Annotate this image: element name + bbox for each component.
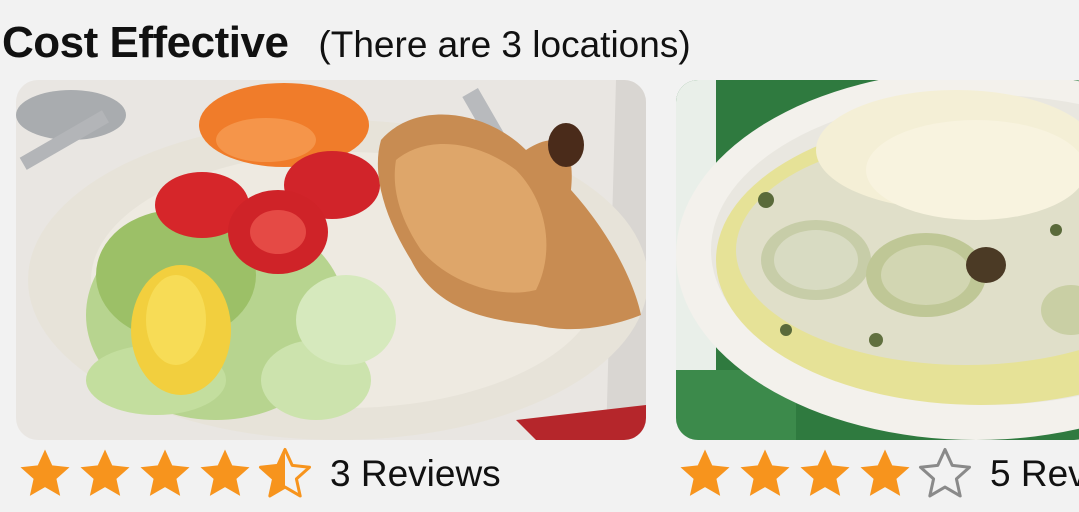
rating-row: 5 Rev (676, 446, 1079, 502)
star-filled-icon (200, 449, 250, 496)
section-title: Cost Effective (2, 18, 289, 67)
section-subtitle: (There are 3 locations) (318, 24, 691, 65)
star-filled-icon (80, 449, 130, 496)
reviews-count[interactable]: 5 Rev (990, 453, 1079, 495)
rating-row: 3 Reviews (16, 446, 501, 502)
star-empty-icon (918, 447, 972, 498)
star-filled-icon (860, 449, 910, 496)
restaurant-card-image[interactable] (16, 80, 646, 440)
star-filled-icon (680, 449, 730, 496)
food-photo-chicken-salad (16, 80, 646, 440)
reviews-count[interactable]: 3 Reviews (330, 453, 501, 495)
star-filled-icon (20, 449, 70, 496)
star-filled-icon (140, 449, 190, 496)
food-photo-zucchini-gratin (676, 80, 1079, 440)
star-filled-icon (800, 449, 850, 496)
restaurant-card-image[interactable] (676, 80, 1079, 440)
star-rating (676, 446, 976, 502)
section-header: Cost Effective (There are 3 locations) (2, 18, 691, 68)
star-rating (16, 446, 316, 502)
star-filled-icon (740, 449, 790, 496)
star-half-icon (258, 447, 312, 498)
